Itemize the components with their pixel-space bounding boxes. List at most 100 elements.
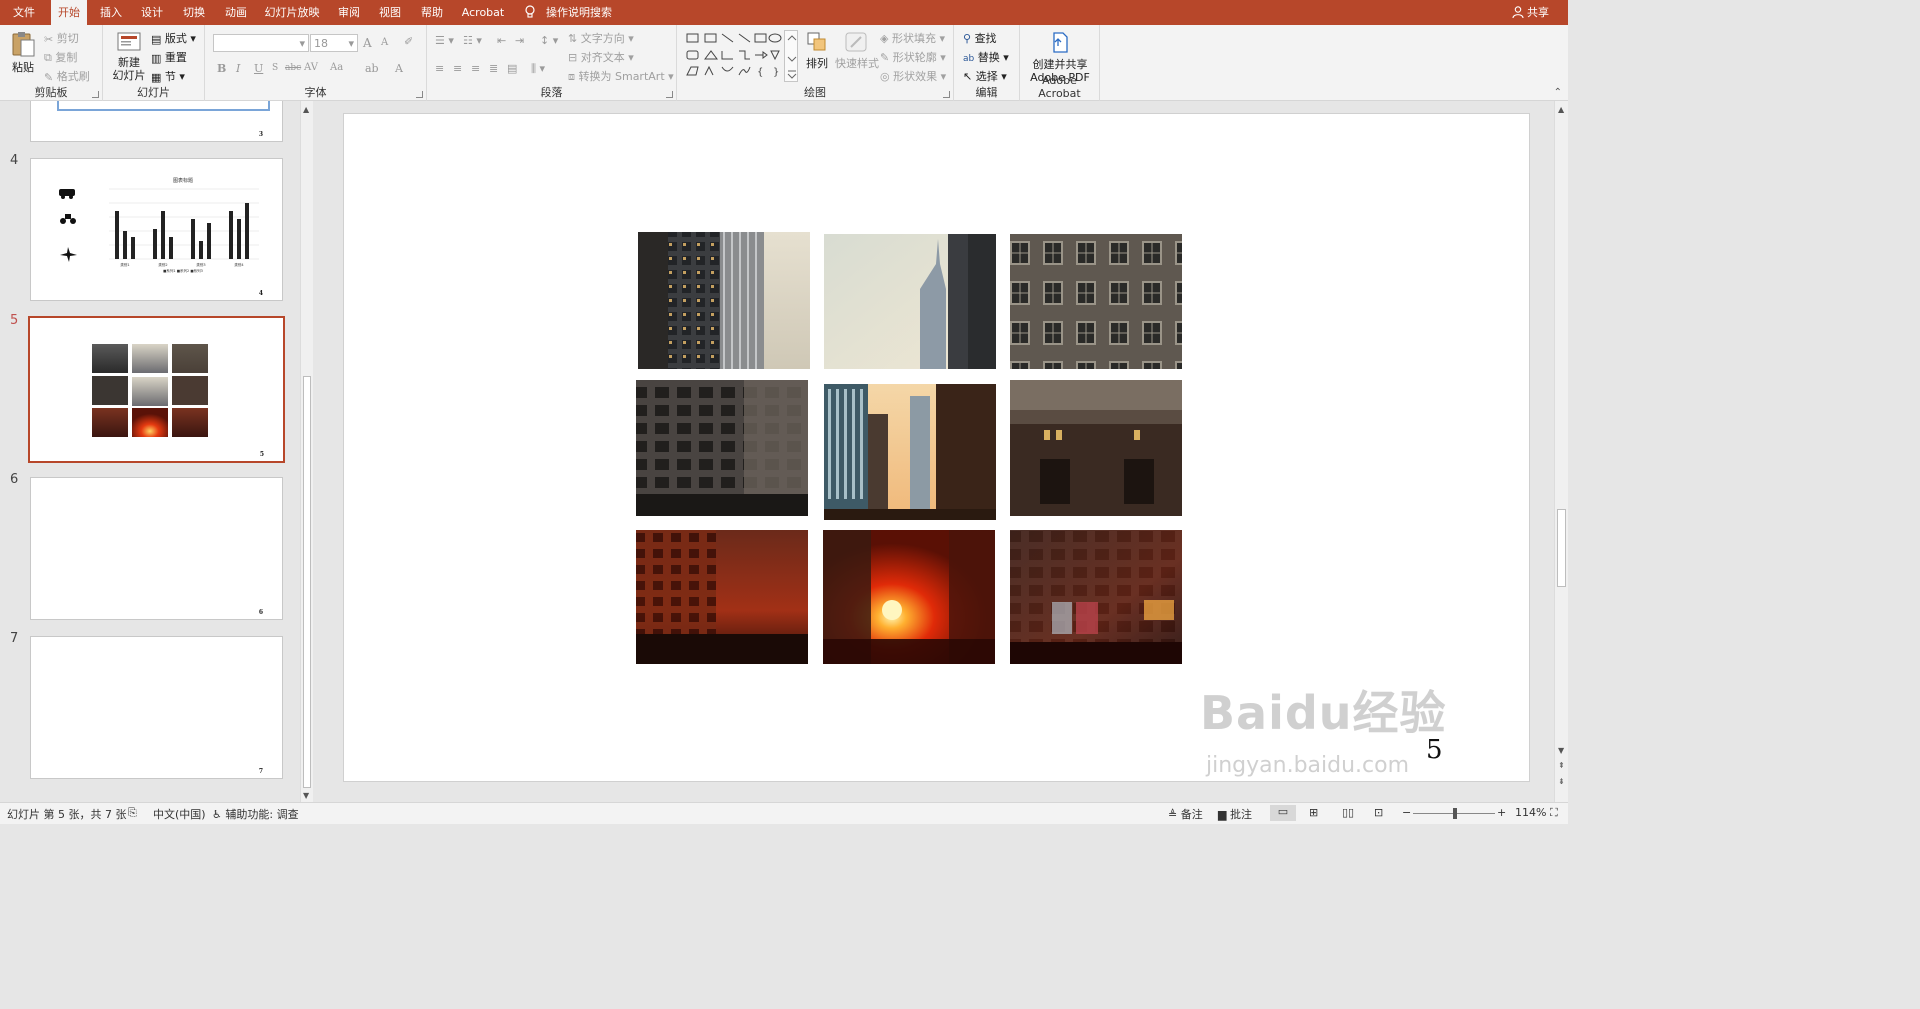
paste-icon [12,32,35,57]
reading-view-icon[interactable]: ▯▯ [1342,806,1354,819]
thumbnail-scrollbar[interactable]: ▲ ▼ [300,101,313,802]
shape-fill-button[interactable]: ◈ 形状填充 ▾ [880,30,945,46]
font-size-select[interactable]: 18 ▾ [310,34,358,52]
align-text-button[interactable]: ⊟ 对齐文本 ▾ [568,49,634,65]
quick-styles-button[interactable]: 快速样式 [835,30,879,70]
numbering-icon[interactable]: ☷ ▾ [463,34,482,47]
tab-view[interactable]: 视图 [372,0,408,25]
underline-button[interactable]: U [254,62,263,75]
indent-icon[interactable]: ⇥ [515,34,524,47]
language-status[interactable]: 中文(中国) [153,806,206,822]
thumbnail-slide-6[interactable]: 6 [30,477,283,620]
tab-transitions[interactable]: 切换 [176,0,212,25]
thumbnail-category: 类别4 [234,262,244,267]
bullets-icon[interactable]: ☰ ▾ [435,34,454,47]
accessibility-status[interactable]: ♿ 辅助功能: 调查 [212,806,299,822]
notes-button[interactable]: ≜ 备注 [1168,806,1203,822]
normal-view-button[interactable]: ▭ [1270,805,1296,821]
format-painter-label: 格式刷 [56,70,90,83]
new-slide-label-1: 新建 [118,56,140,69]
align-center-icon[interactable]: ≡ [453,62,462,75]
zoom-in-button[interactable]: + [1497,806,1506,819]
reset-button[interactable]: ▥ 重置 [151,49,187,65]
gallery-scroll[interactable] [784,30,798,82]
italic-button[interactable]: I [236,62,240,75]
thumbnail-slide-5[interactable]: 5 [28,316,285,463]
layout-button[interactable]: ▤ 版式 ▾ [151,30,196,46]
outdent-icon[interactable]: ⇤ [497,34,506,47]
fit-to-window-icon[interactable]: ⛶ [1550,806,1558,820]
clipboard-launcher[interactable] [92,91,99,98]
char-spacing-button[interactable]: AV [304,62,318,73]
paste-button[interactable]: 粘贴 [6,30,40,74]
section-button[interactable]: ▦ 节 ▾ [151,68,185,84]
notes-icon: ≜ [1168,808,1178,821]
zoom-out-button[interactable]: − [1402,806,1411,819]
select-button[interactable]: ↖ 选择 ▾ [963,68,1007,84]
shape-outline-button[interactable]: ✎ 形状轮廓 ▾ [880,49,946,65]
replace-button[interactable]: ab 替换 ▾ [963,49,1009,65]
zoom-slider-thumb[interactable] [1453,808,1457,819]
line-spacing-icon[interactable]: ↕ ▾ [540,34,558,47]
grow-font-button[interactable]: A [363,36,372,50]
thumbnail-number: 6 [10,472,19,487]
font-color-button[interactable]: A [395,62,403,75]
shrink-font-button[interactable]: A [381,37,388,48]
tab-home[interactable]: 开始 [51,0,87,25]
thumbnail-page-number: 4 [258,290,263,297]
font-family-select[interactable]: ▾ [213,34,309,52]
previous-slide-icon[interactable]: ⇞ [1558,761,1565,770]
slide-sorter-icon[interactable]: ⊞ [1309,806,1318,819]
comments-button[interactable]: ▆ 批注 [1218,806,1252,822]
paragraph-launcher[interactable] [666,91,673,98]
slideshow-view-icon[interactable]: ⊡ [1374,806,1383,819]
change-case-button[interactable]: Aa [330,62,343,73]
tab-insert[interactable]: 插入 [93,0,129,25]
format-painter-button[interactable]: ✎ 格式刷 [44,68,90,84]
cut-button[interactable]: ✂ 剪切 [44,30,79,46]
thumbnail-slide-3[interactable]: 3 [30,101,283,142]
tab-slideshow[interactable]: 幻灯片放映 [260,0,324,25]
scroll-down-icon[interactable]: ▼ [303,791,309,800]
font-launcher[interactable] [416,91,423,98]
new-slide-button[interactable]: 新建 幻灯片 [107,29,151,82]
tab-animations[interactable]: 动画 [218,0,254,25]
copy-button[interactable]: ⧉ 复制 [44,49,77,65]
thumbnail-slide-7[interactable]: 7 [30,636,283,779]
tab-file[interactable]: 文件 [6,0,42,25]
scroll-up-icon[interactable]: ▲ [303,105,309,114]
smartart-button[interactable]: ⧈ 转换为 SmartArt ▾ [568,68,674,84]
text-direction-button[interactable]: ⇅ 文字方向 ▾ [568,30,634,46]
align-right-icon[interactable]: ≡ [471,62,480,75]
columns-icon[interactable]: ⫼ ▾ [531,62,545,76]
clear-format-icon[interactable]: ✐ [404,35,413,48]
shape-effects-button[interactable]: ◎ 形状效果 ▾ [880,68,946,84]
collapse-ribbon-icon[interactable]: ⌃ [1554,87,1562,98]
slide-scroll-thumb[interactable] [1557,509,1566,587]
thumbnail-scroll-thumb[interactable] [303,376,311,788]
find-button[interactable]: ⚲ 查找 [963,30,997,46]
justify-icon[interactable]: ≣ [489,62,498,75]
distributed-icon[interactable]: ▤ [507,62,517,75]
arrange-button[interactable]: 排列 [802,30,832,70]
bold-button[interactable]: B [217,62,226,75]
align-left-icon[interactable]: ≡ [435,62,444,75]
highlight-icon[interactable]: ab [365,62,379,75]
tab-review[interactable]: 审阅 [331,0,367,25]
spellcheck-icon[interactable]: ⎘ [128,806,137,820]
slide-scrollbar[interactable]: ▲ ▼ ⇞ ⇟ [1554,101,1568,802]
shadow-button[interactable]: S [272,63,278,73]
zoom-level[interactable]: 114% [1515,806,1546,819]
tab-help[interactable]: 帮助 [414,0,450,25]
thumbnail-category: 类别1 [120,262,129,267]
drawing-launcher[interactable] [943,91,950,98]
next-slide-icon[interactable]: ⇟ [1558,777,1565,786]
thumbnail-slide-4[interactable]: 图表标题 类别1 类别2 类别3 类别4 ■系列1 ■系列2 ■系列3 4 [30,158,283,301]
scroll-up-icon[interactable]: ▲ [1558,105,1564,114]
current-slide[interactable]: 5 [343,113,1530,782]
tab-acrobat[interactable]: Acrobat [458,0,508,25]
strikethrough-button[interactable]: abc [285,63,301,73]
scroll-down-icon[interactable]: ▼ [1558,746,1564,755]
tab-design[interactable]: 设计 [134,0,170,25]
shapes-gallery[interactable]: {} [685,31,793,79]
